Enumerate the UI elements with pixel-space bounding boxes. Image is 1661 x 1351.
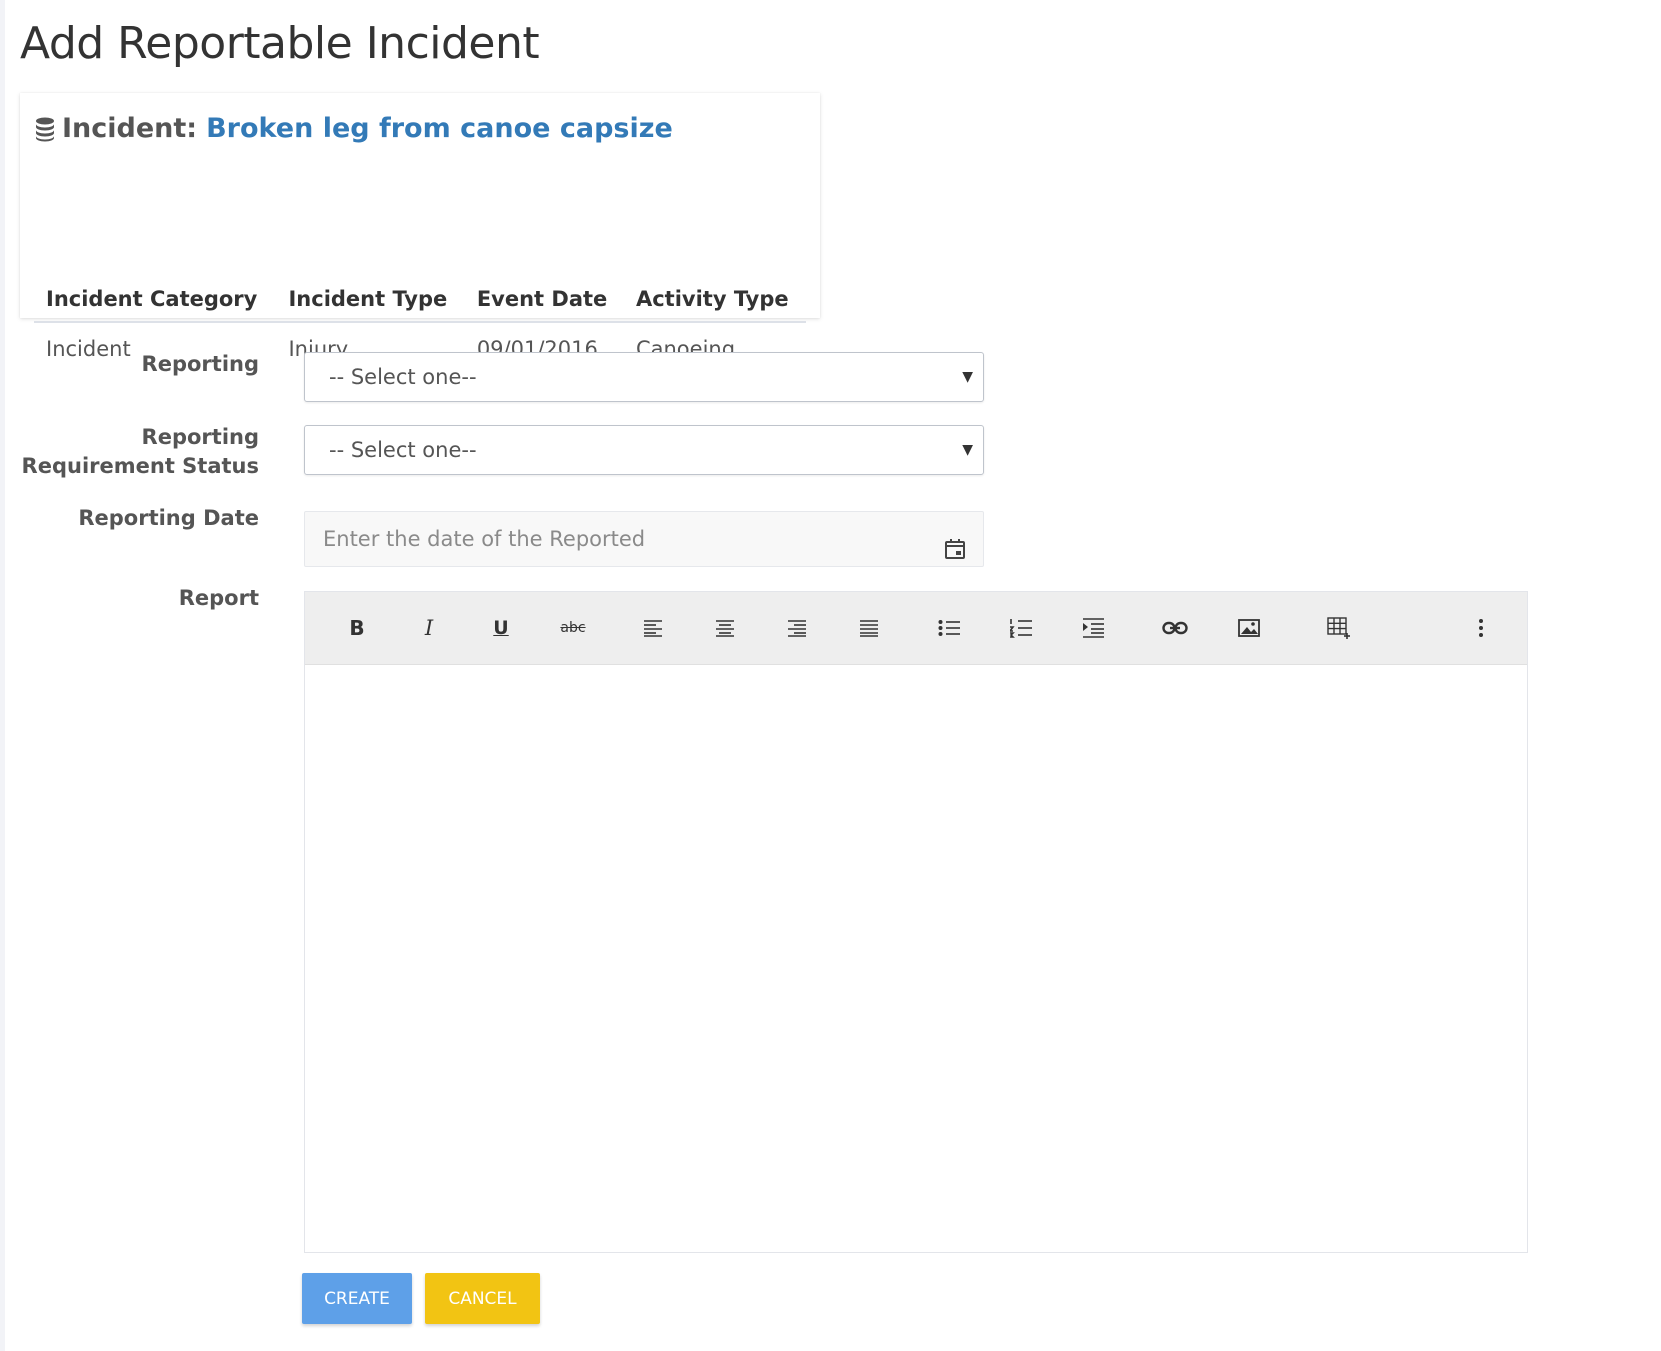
align-right-button[interactable] — [779, 610, 815, 646]
report-label: Report — [178, 586, 259, 610]
align-center-icon — [716, 620, 734, 637]
editor-content-area[interactable] — [305, 666, 1527, 1252]
italic-button[interactable]: I — [411, 610, 447, 646]
report-editor[interactable]: B I U abc — [304, 591, 1528, 1253]
strikethrough-button[interactable]: abc — [555, 610, 591, 646]
requirement-status-select-value: -- Select one-- — [329, 438, 477, 462]
create-button[interactable]: CREATE — [302, 1273, 412, 1324]
reporting-label: Reporting — [141, 352, 259, 376]
indent-icon — [1083, 618, 1104, 638]
bold-button[interactable]: B — [339, 610, 375, 646]
link-icon — [1162, 621, 1188, 635]
page: Add Reportable Incident Incident: Broken… — [0, 0, 1661, 1351]
reporting-select-value: -- Select one-- — [329, 365, 477, 389]
chevron-down-icon: ▼ — [962, 442, 973, 458]
align-center-button[interactable] — [707, 610, 743, 646]
more-vertical-icon — [1479, 619, 1483, 637]
bulleted-list-button[interactable] — [931, 610, 967, 646]
bulleted-list-icon — [938, 620, 960, 636]
align-left-icon — [644, 620, 662, 637]
incident-name-link[interactable]: Broken leg from canoe capsize — [206, 113, 673, 144]
calendar-icon[interactable] — [943, 527, 967, 559]
justify-icon — [860, 620, 878, 637]
col-event-date: Event Date — [464, 279, 624, 323]
align-right-icon — [788, 620, 806, 637]
editor-toolbar: B I U abc — [305, 592, 1527, 665]
incident-header: Incident: Broken leg from canoe capsize — [34, 113, 673, 144]
link-button[interactable] — [1157, 610, 1193, 646]
requirement-status-label-line2: Requirement Status — [21, 454, 259, 478]
underline-button[interactable]: U — [483, 610, 519, 646]
strikethrough-icon: abc — [560, 620, 586, 636]
chevron-down-icon: ▼ — [962, 369, 973, 385]
numbered-list-icon — [1010, 619, 1032, 638]
incident-label: Incident: — [62, 113, 198, 144]
table-header-row: Incident Category Incident Type Event Da… — [34, 279, 806, 323]
underline-icon: U — [493, 617, 509, 639]
reporting-select[interactable]: -- Select one-- ▼ — [304, 352, 984, 402]
requirement-status-select[interactable]: -- Select one-- ▼ — [304, 425, 984, 475]
numbered-list-button[interactable] — [1003, 610, 1039, 646]
requirement-status-label-line1: Reporting — [141, 425, 259, 449]
bold-icon: B — [349, 616, 365, 640]
align-left-button[interactable] — [635, 610, 671, 646]
database-icon — [34, 116, 56, 142]
table-button[interactable] — [1321, 610, 1357, 646]
requirement-status-label: Reporting Requirement Status — [19, 423, 259, 481]
table-icon — [1327, 617, 1350, 639]
col-incident-type: Incident Type — [276, 279, 465, 323]
image-button[interactable] — [1231, 610, 1267, 646]
cancel-button[interactable]: CANCEL — [425, 1273, 540, 1324]
col-activity-type: Activity Type — [623, 279, 806, 323]
more-options-button[interactable] — [1463, 610, 1499, 646]
justify-button[interactable] — [851, 610, 887, 646]
italic-icon: I — [424, 616, 434, 640]
indent-button[interactable] — [1075, 610, 1111, 646]
image-icon — [1238, 619, 1260, 637]
col-incident-category: Incident Category — [34, 279, 277, 323]
reporting-date-placeholder: Enter the date of the Reported — [323, 527, 646, 551]
incident-card: Incident: Broken leg from canoe capsize … — [20, 93, 820, 361]
reporting-date-input[interactable]: Enter the date of the Reported — [304, 511, 984, 567]
reporting-date-label: Reporting Date — [78, 506, 259, 530]
page-title: Add Reportable Incident — [20, 18, 540, 69]
